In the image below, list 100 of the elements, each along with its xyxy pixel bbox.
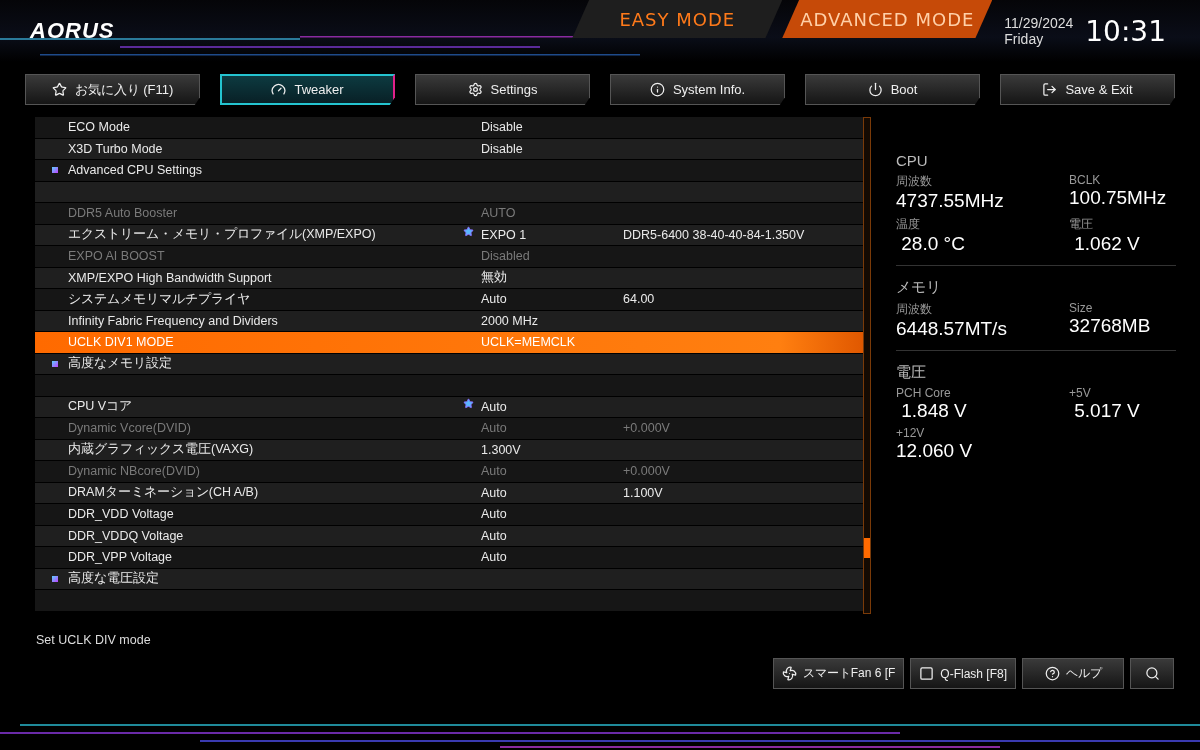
setting-row[interactable]: DDR_VDDQ Voltage Auto [35,525,863,547]
toolbar-button[interactable]: スマートFan 6 [F [772,658,905,689]
setting-row[interactable]: ECO Mode Disable [35,117,863,139]
gauge-icon [271,82,287,97]
fan-icon [781,666,797,681]
star-icon [51,82,67,97]
setting-value: Auto [481,399,507,414]
setting-row[interactable]: DRAMターミネーション(CH A/B) Auto 1.100V [35,482,863,504]
help-text: Set UCLK DIV mode [35,632,152,649]
search-icon [1144,666,1160,681]
setting-row[interactable]: CPU Vコア Auto [35,396,863,418]
menu-tab[interactable]: Save & Exit [1000,74,1175,105]
setting-row[interactable]: DDR_VPP Voltage Auto [35,547,863,569]
setting-name: DRAMターミネーション(CH A/B) [68,484,260,502]
menu-tab[interactable]: Tweaker [220,74,395,105]
stat-label: +5V [1069,386,1092,400]
setting-name: 内蔵グラフィックス電圧(VAXG) [68,441,255,459]
setting-row[interactable]: Infinity Fabric Frequency and Dividers 2000 MHz [35,310,863,332]
setting-name: Infinity Fabric Frequency and Dividers [68,313,279,328]
setting-value: 2000 MHz [481,313,538,328]
menu-tab[interactable]: お気に入り (F11) [25,74,200,105]
bullet-icon [52,167,58,174]
logo-text: AORUS [30,18,115,44]
setting-value: Auto [481,528,507,543]
setting-row[interactable]: エクストリーム・メモリ・プロファイル(XMP/EXPO) EXPO 1 DDR5-6400 38-40-40-84-1.350V [35,224,863,246]
setting-name: EXPO AI BOOST [68,249,166,264]
monitor-title: CPU [896,152,929,169]
setting-info: 64.00 [623,292,656,307]
setting-value: Disabled [481,249,530,264]
toolbar-button[interactable]: Q-Flash [F8] [910,658,1016,689]
stat-label: 周波数 [896,173,933,190]
setting-info: 1.100V [623,485,664,500]
setting-row[interactable]: X3D Turbo Mode Disable [35,138,863,160]
help-icon [1044,666,1060,681]
stat-label: 周波数 [896,301,933,318]
monitor-title: メモリ [896,278,942,297]
menu-tab[interactable]: Settings [415,74,590,105]
setting-name: X3D Turbo Mode [68,141,164,156]
day-text: Friday [1004,31,1045,47]
setting-name: CPU Vコア [68,398,134,416]
clock-time: 10:31 [1085,14,1166,48]
setting-name: DDR_VDD Voltage [68,507,175,522]
setting-row[interactable]: 内蔵グラフィックス電圧(VAXG) 1.300V [35,439,863,461]
scrollbar[interactable] [863,117,871,614]
setting-value: EXPO 1 [481,227,527,242]
setting-value: UCLK=MEMCLK [481,335,576,350]
stat-value: 5.017 V [1073,400,1141,422]
setting-value: 1.300V [481,442,521,457]
bullet-icon [52,575,58,582]
exit-icon [1042,82,1058,97]
stat-value: 28.0 °C [900,233,966,255]
setting-name: システムメモリマルチプライヤ [68,290,251,308]
stat-label: 温度 [896,216,921,233]
stat-label: +12V [896,426,926,440]
stat-label: 電圧 [1069,216,1094,233]
stat-value: 100.75MHz [1069,187,1168,209]
setting-name: DDR_VPP Voltage [68,550,173,565]
setting-row[interactable]: システムメモリマルチプライヤ Auto 64.00 [35,289,863,311]
setting-value: Auto [481,485,507,500]
setting-name: XMP/EXPO High Bandwidth Support [68,270,273,285]
setting-row[interactable]: DDR_VDD Voltage Auto [35,504,863,526]
setting-name: ECO Mode [68,120,131,135]
stat-label: PCH Core [896,386,952,400]
setting-value: Auto [481,292,507,307]
setting-name: DDR_VDDQ Voltage [68,528,185,543]
setting-value: Disable [481,120,523,135]
setting-name: Dynamic Vcore(DVID) [68,421,192,436]
setting-info: DDR5-6400 38-40-40-84-1.350V [623,227,806,242]
bullet-icon [52,360,58,367]
info-icon [649,82,665,97]
setting-name: Dynamic NBcore(DVID) [68,464,201,479]
menu-tab[interactable]: Boot [805,74,980,105]
setting-value: Disable [481,141,523,156]
setting-value: Auto [481,464,507,479]
setting-value: AUTO [481,206,516,221]
menu-tab[interactable]: System Info. [610,74,785,105]
stat-value: 1.848 V [900,400,968,422]
setting-value: Auto [481,550,507,565]
scroll-thumb[interactable] [864,538,870,558]
monitor-title: 電圧 [896,363,927,382]
setting-row[interactable]: XMP/EXPO High Bandwidth Support 無効 [35,267,863,289]
settings-icon [467,82,483,97]
stat-value: 6448.57MT/s [896,318,1008,340]
setting-name: UCLK DIV1 MODE [68,335,175,350]
setting-value: Auto [481,421,507,436]
date-text: 11/29/2024 [1004,15,1074,31]
toolbar-button[interactable]: ヘルプ [1022,658,1124,689]
stat-value: 32768MB [1069,315,1152,337]
stat-label: Size [1069,301,1094,315]
search-button[interactable] [1130,658,1174,689]
stat-value: 12.060 V [896,440,974,462]
setting-info: +0.000V [623,464,671,479]
setting-name: DDR5 Auto Booster [68,206,179,221]
setting-value: Auto [481,507,507,522]
power-icon [867,82,883,97]
mode-tab[interactable]: EASY MODE [572,0,783,38]
stat-label: BCLK [1069,173,1102,187]
setting-info: +0.000V [623,421,671,436]
stat-value: 4737.55MHz [896,190,1005,212]
setting-name: エクストリーム・メモリ・プロファイル(XMP/EXPO) [68,226,377,244]
